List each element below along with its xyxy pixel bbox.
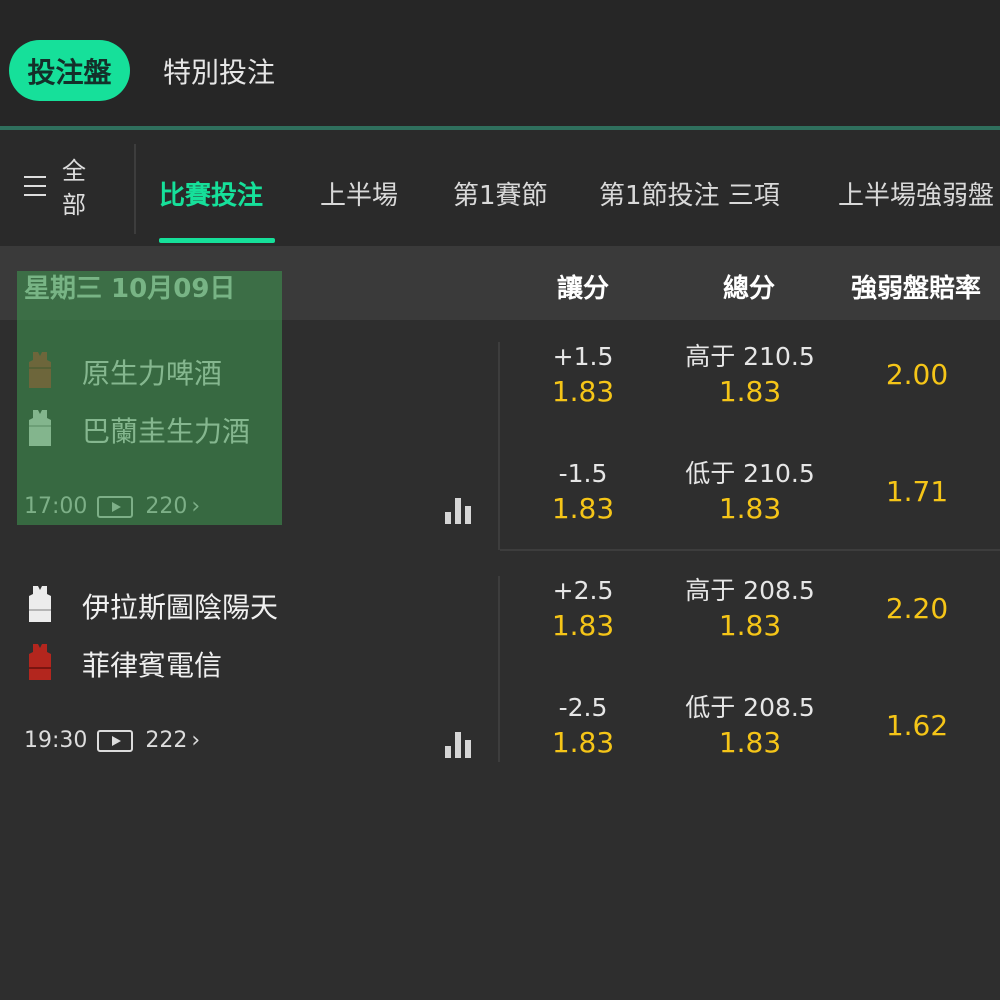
red-jersey-icon — [29, 644, 51, 680]
subtab-first-quarter[interactable]: 第1賽節 — [453, 175, 548, 212]
spread-cell[interactable]: -1.5 1.83 — [533, 457, 633, 527]
top-bar: 投注盤 特別投注 — [0, 0, 1000, 128]
column-header-row: 星期三 10月09日 讓分 總分 強弱盤賠率 — [0, 246, 1000, 320]
match-row: 伊拉斯圖陰陽天 菲律賓電信 19:30 222 › +2.5 1.83 高于 2… — [0, 554, 1000, 788]
hamburger-icon — [24, 176, 46, 196]
total-cell[interactable]: 高于 210.5 1.83 — [670, 340, 830, 410]
total-line: 高于 210.5 — [685, 342, 815, 371]
spread-odds: 1.83 — [551, 609, 615, 642]
moneyline-odds[interactable]: 2.20 — [852, 592, 982, 625]
total-cell[interactable]: 低于 208.5 1.83 — [670, 691, 830, 761]
column-divider — [498, 576, 500, 762]
subtab-first-half[interactable]: 上半場 — [320, 175, 398, 212]
total-cell[interactable]: 高于 208.5 1.83 — [670, 574, 830, 644]
tab-main-markets[interactable]: 投注盤 — [9, 40, 130, 101]
live-stream-icon — [97, 495, 134, 518]
team-name: 菲律賓電信 — [82, 649, 223, 682]
more-markets-count[interactable]: 220 — [145, 494, 187, 519]
all-markets-button[interactable]: 全部 — [18, 154, 118, 224]
col-head-total: 總分 — [722, 274, 775, 304]
match-divider — [500, 549, 1000, 551]
total-odds: 1.83 — [718, 375, 782, 408]
moneyline-odds[interactable]: 2.00 — [852, 358, 982, 391]
match-date: 星期三 10月09日 — [24, 274, 236, 304]
column-divider — [498, 342, 500, 550]
team-name: 伊拉斯圖陰陽天 — [82, 591, 279, 624]
subnav-divider — [134, 144, 136, 234]
subtab-first-half-moneyline[interactable]: 上半場強弱盤 — [838, 175, 994, 212]
spread-cell[interactable]: -2.5 1.83 — [533, 691, 633, 761]
market-sub-nav: 全部 比賽投注 上半場 第1賽節 第1節投注 三項 上半場強弱盤 — [0, 130, 1000, 246]
kickoff-time: 19:30 — [24, 728, 88, 753]
match-row: 原生力啤酒 巴蘭圭生力酒 17:00 220 › +1.5 1.83 高于 21… — [0, 320, 1000, 554]
total-odds: 1.83 — [718, 492, 782, 525]
team-name: 原生力啤酒 — [82, 357, 223, 390]
live-stream-icon — [97, 729, 134, 752]
col-head-moneyline: 強弱盤賠率 — [850, 274, 981, 304]
team-name: 巴蘭圭生力酒 — [82, 415, 251, 448]
subtab-match-bets[interactable]: 比賽投注 — [159, 175, 263, 212]
kickoff-time: 17:00 — [24, 494, 88, 519]
spread-cell[interactable]: +2.5 1.83 — [533, 574, 633, 644]
spread-odds: 1.83 — [551, 492, 615, 525]
total-odds: 1.83 — [718, 726, 782, 759]
stats-icon[interactable] — [445, 732, 475, 758]
all-markets-label: 全部 — [62, 157, 86, 219]
stats-icon[interactable] — [445, 498, 475, 524]
match-meta: 19:30 222 › — [24, 728, 200, 753]
moneyline-odds[interactable]: 1.71 — [852, 475, 982, 508]
total-line: 高于 208.5 — [685, 576, 815, 605]
total-line: 低于 208.5 — [685, 693, 815, 722]
spread-odds: 1.83 — [551, 375, 615, 408]
match-meta: 17:00 220 › — [24, 494, 200, 519]
subtab-first-quarter-3way[interactable]: 第1節投注 三項 — [599, 175, 780, 212]
chevron-right-icon: › — [191, 728, 201, 753]
spread-line: -1.5 — [558, 459, 608, 488]
tab-special-bets[interactable]: 特別投注 — [163, 51, 275, 91]
spread-cell[interactable]: +1.5 1.83 — [533, 340, 633, 410]
spread-line: +1.5 — [552, 342, 614, 371]
white-jersey-icon — [29, 586, 51, 622]
total-cell[interactable]: 低于 210.5 1.83 — [670, 457, 830, 527]
more-markets-count[interactable]: 222 — [145, 728, 187, 753]
white-jersey-icon — [29, 410, 51, 446]
col-head-spread: 讓分 — [556, 274, 609, 304]
red-jersey-icon — [29, 352, 51, 388]
spread-line: -2.5 — [558, 693, 608, 722]
total-odds: 1.83 — [718, 609, 782, 642]
spread-line: +2.5 — [552, 576, 614, 605]
chevron-right-icon: › — [191, 494, 201, 519]
active-tab-indicator — [159, 238, 275, 243]
total-line: 低于 210.5 — [685, 459, 815, 488]
moneyline-odds[interactable]: 1.62 — [852, 709, 982, 742]
spread-odds: 1.83 — [551, 726, 615, 759]
